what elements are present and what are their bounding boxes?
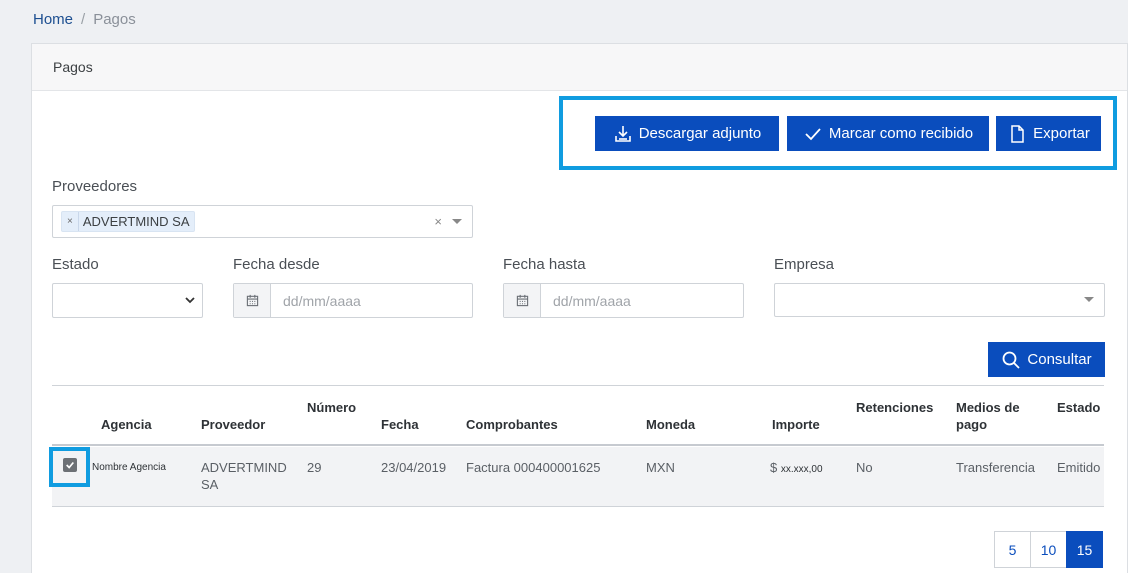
search-icon: [1002, 351, 1021, 369]
clear-selection-icon[interactable]: ×: [434, 214, 442, 229]
column-header-estado[interactable]: Estado: [1057, 399, 1100, 416]
checkbox-highlight-box: [49, 447, 90, 487]
breadcrumb-home-link[interactable]: Home: [33, 11, 73, 28]
chevron-down-icon: [185, 297, 195, 304]
breadcrumb-separator: /: [81, 11, 86, 28]
download-attachment-button[interactable]: Descargar adjunto: [595, 116, 779, 151]
column-header-retenciones[interactable]: Retenciones: [856, 399, 933, 416]
cell-estado: Emitido: [1057, 460, 1101, 475]
cell-proveedor-line1: ADVERTMIND: [201, 460, 287, 475]
proveedores-select[interactable]: × ADVERTMIND SA ×: [52, 205, 473, 238]
cell-importe-symbol: $: [770, 460, 778, 475]
column-header-numero[interactable]: Número: [307, 399, 356, 416]
breadcrumb-current: Pagos: [93, 11, 136, 28]
fecha-hasta-label: Fecha hasta: [503, 256, 586, 273]
mark-received-label: Marcar como recibido: [828, 125, 974, 142]
page-size-5[interactable]: 5: [994, 531, 1031, 568]
column-header-moneda[interactable]: Moneda: [646, 416, 695, 433]
caret-down-icon[interactable]: [1084, 297, 1094, 302]
empresa-select[interactable]: [774, 283, 1105, 317]
cell-importe: $ xx.xxx,00: [770, 459, 823, 478]
column-header-proveedor[interactable]: Proveedor: [201, 416, 265, 433]
cell-fecha: 23/04/2019: [381, 460, 447, 475]
payments-card: Pagos Descargar adjunto Marcar como reci…: [31, 43, 1128, 573]
cell-agencia: Nombre Agencia: [92, 462, 166, 473]
checkmark-icon: [805, 127, 821, 140]
fecha-desde-placeholder: dd/mm/aaaa: [283, 293, 361, 309]
cell-numero: 29: [307, 460, 322, 475]
column-header-agencia[interactable]: Agencia: [101, 416, 152, 433]
proveedores-label: Proveedores: [52, 178, 138, 195]
page-size-10[interactable]: 10: [1030, 531, 1067, 568]
consultar-button[interactable]: Consultar: [988, 342, 1105, 377]
document-icon: [1011, 124, 1024, 143]
export-label: Exportar: [1033, 125, 1090, 142]
fecha-desde-input[interactable]: dd/mm/aaaa: [233, 283, 473, 318]
fecha-desde-label: Fecha desde: [233, 256, 320, 273]
pagination: 5 10 15: [994, 531, 1103, 568]
column-header-medios-line1: Medios de: [956, 400, 1020, 415]
calendar-icon[interactable]: [504, 284, 541, 317]
cell-moneda: MXN: [646, 460, 675, 475]
download-icon: [614, 125, 631, 142]
cell-proveedor-line2: SA: [201, 477, 219, 492]
mark-received-button[interactable]: Marcar como recibido: [787, 116, 989, 151]
column-header-fecha[interactable]: Fecha: [381, 416, 419, 433]
fecha-hasta-input[interactable]: dd/mm/aaaa: [503, 283, 744, 318]
column-header-medios-line2: pago: [956, 417, 988, 432]
page-size-15[interactable]: 15: [1066, 531, 1103, 568]
breadcrumb: Home / Pagos: [33, 11, 136, 28]
selected-provider-text: ADVERTMIND SA: [82, 214, 190, 229]
caret-down-icon[interactable]: [452, 219, 462, 224]
cell-comprobantes: Factura 000400001625: [466, 460, 601, 475]
empresa-label: Empresa: [774, 256, 835, 273]
download-attachment-label: Descargar adjunto: [638, 125, 762, 142]
cell-medios: Transferencia: [956, 460, 1035, 475]
selected-provider-tag: × ADVERTMIND SA: [61, 211, 195, 232]
fecha-hasta-placeholder: dd/mm/aaaa: [553, 293, 631, 309]
export-button[interactable]: Exportar: [996, 116, 1101, 151]
card-title: Pagos: [32, 44, 1127, 91]
cell-importe-value: xx.xxx,00: [780, 464, 823, 475]
column-header-medios-de-pago[interactable]: Medios de pago: [956, 399, 1020, 433]
consultar-label: Consultar: [1027, 351, 1092, 368]
cell-retenciones: No: [856, 460, 873, 475]
estado-select[interactable]: [52, 283, 203, 318]
estado-label: Estado: [52, 256, 99, 273]
calendar-icon[interactable]: [234, 284, 271, 317]
cell-proveedor: ADVERTMIND SA: [201, 459, 287, 493]
tag-remove-icon[interactable]: ×: [62, 212, 79, 231]
column-header-comprobantes[interactable]: Comprobantes: [466, 416, 558, 433]
column-header-importe[interactable]: Importe: [772, 416, 820, 433]
